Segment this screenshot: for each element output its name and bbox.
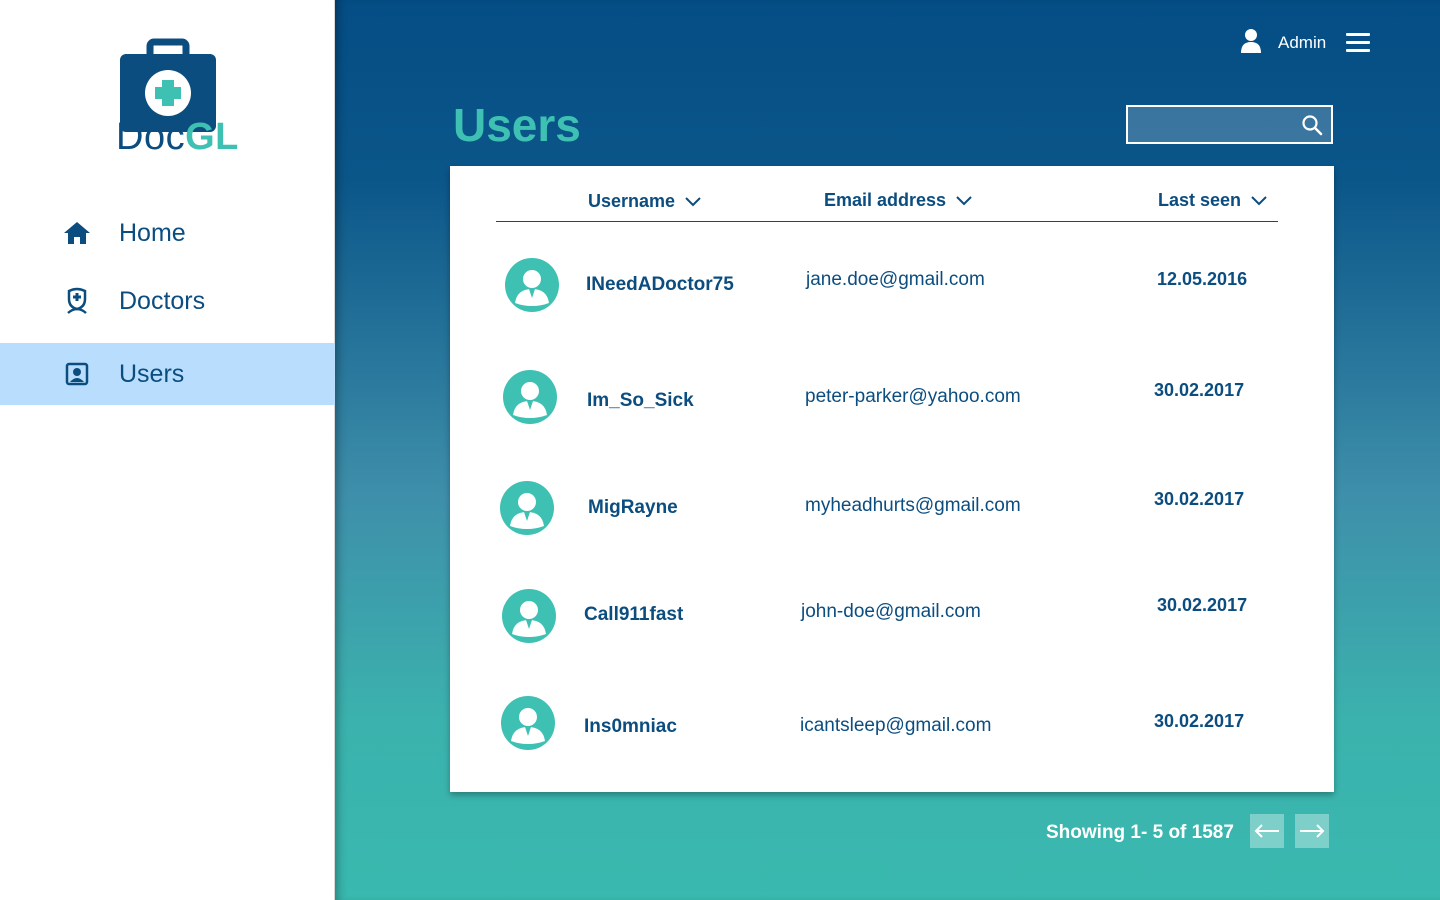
row-email: peter-parker@yahoo.com bbox=[805, 386, 1021, 407]
user-avatar-icon bbox=[503, 370, 557, 424]
row-last-seen: 30.02.2017 bbox=[1154, 380, 1245, 400]
doctor-icon bbox=[63, 287, 91, 315]
search-input[interactable] bbox=[1128, 107, 1288, 142]
row-last-seen: 12.05.2016 bbox=[1157, 269, 1248, 289]
row-username: Call911fast bbox=[584, 604, 684, 625]
user-card-icon bbox=[63, 360, 91, 388]
row-username: Ins0mniac bbox=[584, 716, 677, 737]
page-title: Users bbox=[453, 99, 581, 151]
column-header-email[interactable]: Email address bbox=[824, 190, 972, 211]
app-logo-text: DocGL bbox=[116, 116, 239, 159]
column-header-label: Email address bbox=[824, 190, 947, 210]
row-last-seen: 30.02.2017 bbox=[1157, 595, 1248, 615]
chevron-down-icon bbox=[685, 196, 701, 206]
column-header-last-seen[interactable]: Last seen bbox=[1158, 190, 1267, 211]
row-email: jane.doe@gmail.com bbox=[806, 269, 985, 290]
row-email: icantsleep@gmail.com bbox=[800, 715, 992, 736]
logo-text-main: Doc bbox=[116, 116, 186, 158]
search-icon[interactable] bbox=[1301, 114, 1323, 136]
row-email: myheadhurts@gmail.com bbox=[805, 495, 1021, 516]
admin-user-label[interactable]: Admin bbox=[1278, 33, 1326, 53]
logo-text-accent: GL bbox=[185, 116, 239, 158]
row-last-seen: 30.02.2017 bbox=[1154, 489, 1245, 509]
arrow-left-icon bbox=[1254, 824, 1279, 838]
arrow-right-icon bbox=[1300, 824, 1325, 838]
users-table: Username Email address Last seen INeedAD… bbox=[450, 166, 1334, 792]
sidebar: DocGL Home Doctors Users bbox=[0, 0, 335, 900]
home-icon bbox=[63, 219, 91, 247]
pagination-summary: Showing 1- 5 of 1587 bbox=[1046, 822, 1234, 843]
sidebar-item-doctors[interactable]: Doctors bbox=[0, 270, 335, 332]
row-username: INeedADoctor75 bbox=[586, 274, 734, 295]
user-avatar-icon bbox=[501, 696, 555, 750]
column-header-label: Username bbox=[588, 191, 676, 211]
sidebar-item-label: Users bbox=[119, 359, 185, 388]
chevron-down-icon bbox=[1251, 195, 1267, 205]
main-content: Admin Users Username Email address Last … bbox=[335, 0, 1440, 900]
hamburger-menu-icon[interactable] bbox=[1346, 33, 1370, 53]
row-email: john-doe@gmail.com bbox=[801, 601, 981, 622]
table-row[interactable]: MigRayne myheadhurts@gmail.com 30.02.201… bbox=[450, 481, 1334, 541]
header-divider bbox=[496, 221, 1278, 222]
row-username: MigRayne bbox=[588, 497, 678, 518]
user-avatar-icon bbox=[500, 481, 554, 535]
table-row[interactable]: Call911fast john-doe@gmail.com 30.02.201… bbox=[450, 589, 1334, 649]
chevron-down-icon bbox=[956, 195, 972, 205]
table-row[interactable]: Im_So_Sick peter-parker@yahoo.com 30.02.… bbox=[450, 370, 1334, 430]
column-header-label: Last seen bbox=[1158, 190, 1242, 210]
user-avatar-icon bbox=[505, 258, 559, 312]
table-row[interactable]: INeedADoctor75 jane.doe@gmail.com 12.05.… bbox=[450, 258, 1334, 318]
sidebar-item-label: Doctors bbox=[119, 286, 206, 315]
next-page-button[interactable] bbox=[1295, 814, 1329, 848]
sidebar-item-label: Home bbox=[119, 218, 186, 247]
row-username: Im_So_Sick bbox=[587, 390, 694, 411]
user-avatar-icon bbox=[502, 589, 556, 643]
search-box bbox=[1126, 105, 1333, 144]
user-icon[interactable] bbox=[1240, 28, 1262, 54]
sidebar-item-users[interactable]: Users bbox=[0, 343, 335, 405]
column-header-username[interactable]: Username bbox=[588, 191, 701, 212]
row-last-seen: 30.02.2017 bbox=[1154, 711, 1245, 731]
previous-page-button[interactable] bbox=[1250, 814, 1284, 848]
sidebar-item-home[interactable]: Home bbox=[0, 202, 335, 264]
table-row[interactable]: Ins0mniac icantsleep@gmail.com 30.02.201… bbox=[450, 696, 1334, 756]
